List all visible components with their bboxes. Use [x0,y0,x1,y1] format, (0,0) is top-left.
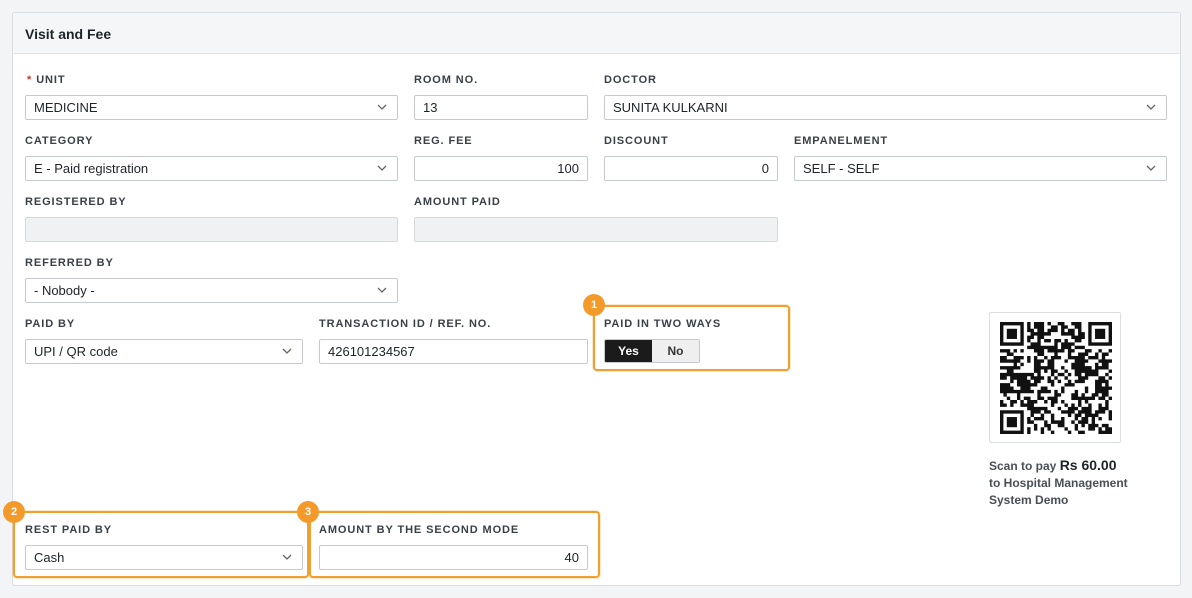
referred-by-select[interactable]: - Nobody - [25,278,398,303]
qr-caption: Scan to pay Rs 60.00 to Hospital Managem… [989,457,1169,509]
referred-by-label: REFERRED BY [25,257,114,269]
second-amount-input[interactable]: 40 [319,545,588,570]
empanelment-label: EMPANELMENT [794,135,889,147]
paid-by-label: PAID BY [25,318,76,330]
reg-fee-label: REG. FEE [414,135,473,147]
discount-label: DISCOUNT [604,135,669,147]
toggle-yes-option[interactable]: Yes [605,340,652,362]
rest-paid-by-select[interactable]: Cash [25,545,303,570]
registered-by-input [25,217,398,242]
chevron-down-icon [377,165,387,171]
chevron-down-icon [1146,104,1156,110]
empanelment-select[interactable]: SELF - SELF [794,156,1167,181]
chevron-down-icon [282,348,292,354]
doctor-select[interactable]: SUNITA KULKARNI [604,95,1167,120]
qr-caption-payee: to Hospital Management System Demo [989,476,1128,507]
second-amount-label: AMOUNT BY THE SECOND MODE [319,524,520,536]
panel-header: Visit and Fee [13,13,1180,54]
step-badge-2: 2 [3,501,25,523]
qr-amount: Rs 60.00 [1059,457,1117,473]
rest-paid-by-label: REST PAID BY [25,524,112,536]
doctor-label: DOCTOR [604,74,657,86]
toggle-no-option[interactable]: No [652,340,699,362]
registered-by-label: REGISTERED BY [25,196,127,208]
room-no-input[interactable]: 13 [414,95,588,120]
paid-two-ways-toggle[interactable]: Yes No [604,339,700,363]
discount-input[interactable]: 0 [604,156,778,181]
required-mark: * [27,74,33,86]
transaction-id-input[interactable]: 426101234567 [319,339,588,364]
chevron-down-icon [377,104,387,110]
qr-caption-prefix: Scan to pay [989,459,1060,473]
category-label: CATEGORY [25,135,94,147]
chevron-down-icon [1146,165,1156,171]
reg-fee-input[interactable]: 100 [414,156,588,181]
room-no-label: ROOM NO. [414,74,479,86]
qr-code-icon [1000,322,1112,434]
chevron-down-icon [377,287,387,293]
step-badge-1: 1 [583,294,605,316]
transaction-id-label: TRANSACTION ID / REF. NO. [319,318,492,330]
paid-two-ways-label: PAID IN TWO WAYS [604,318,722,330]
amount-paid-label: AMOUNT PAID [414,196,501,208]
unit-label: * UNIT [27,74,66,86]
category-select[interactable]: E - Paid registration [25,156,398,181]
panel-title: Visit and Fee [25,26,112,42]
chevron-down-icon [282,554,292,560]
paid-by-select[interactable]: UPI / QR code [25,339,303,364]
step-badge-3: 3 [297,501,319,523]
amount-paid-input [414,217,778,242]
qr-code-box [989,312,1121,443]
unit-select[interactable]: MEDICINE [25,95,398,120]
